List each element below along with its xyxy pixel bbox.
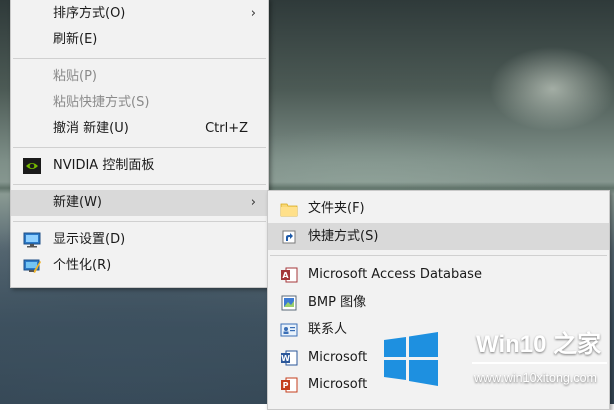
- windows-logo-icon: [384, 332, 438, 386]
- submenu-item-label: BMP 图像: [308, 294, 367, 310]
- desktop-context-menu: 排序方式(O) › 刷新(E) 粘贴(P) 粘贴快捷方式(S) 撤消 新建(U)…: [10, 0, 269, 288]
- submenu-item-shortcut[interactable]: 快捷方式(S): [268, 222, 609, 250]
- menu-item-display-settings[interactable]: 显示设置(D): [11, 227, 268, 253]
- menu-item-label: 个性化(R): [53, 258, 112, 273]
- menu-item-label: 粘贴快捷方式(S): [53, 95, 150, 110]
- menu-separator: [13, 147, 266, 148]
- menu-separator: [13, 184, 266, 185]
- submenu-item-label: 文件夹(F): [308, 201, 365, 216]
- svg-text:P: P: [283, 381, 289, 390]
- watermark-title: Win10 之家: [476, 331, 602, 358]
- access-icon: A: [280, 266, 298, 283]
- watermark-url: www.win10xitong.com: [474, 371, 597, 385]
- menu-item-paste[interactable]: 粘贴(P): [11, 64, 268, 90]
- powerpoint-icon: P: [280, 376, 298, 393]
- svg-text:A: A: [282, 271, 289, 280]
- word-icon: W: [280, 349, 298, 365]
- menu-separator: [13, 221, 266, 222]
- submenu-item-label: 联系人: [308, 322, 348, 337]
- menu-separator: [13, 58, 266, 59]
- menu-item-paste-shortcut[interactable]: 粘贴快捷方式(S): [11, 90, 268, 116]
- submenu-item-label: 快捷方式(S): [308, 228, 379, 244]
- nvidia-icon: [23, 158, 41, 174]
- folder-icon: [280, 200, 298, 217]
- menu-item-label: NVIDIA 控制面板: [53, 158, 155, 173]
- menu-separator: [270, 255, 607, 256]
- watermark: Win10 之家 www.win10xitong.com: [380, 316, 608, 396]
- chevron-right-icon: ›: [250, 6, 256, 21]
- submenu-item-bmp-image[interactable]: BMP 图像: [268, 289, 609, 317]
- submenu-item-label: Microsoft: [308, 377, 368, 392]
- personalize-icon: [23, 258, 41, 274]
- submenu-item-label: Microsoft Access Database: [308, 267, 482, 282]
- menu-item-new[interactable]: 新建(W) ›: [11, 190, 268, 216]
- chevron-right-icon: ›: [250, 195, 256, 210]
- submenu-item-access-database[interactable]: A Microsoft Access Database: [268, 261, 609, 289]
- menu-item-nvidia-control-panel[interactable]: NVIDIA 控制面板: [11, 153, 268, 179]
- menu-item-label: 撤消 新建(U): [53, 121, 129, 136]
- menu-item-label: 新建(W): [53, 195, 102, 210]
- display-settings-icon: [23, 232, 41, 248]
- menu-item-label: 显示设置(D): [53, 232, 126, 247]
- menu-item-label: 粘贴(P): [53, 69, 97, 84]
- menu-item-label: 排序方式(O): [53, 6, 126, 21]
- menu-item-sort-by[interactable]: 排序方式(O) ›: [11, 1, 268, 27]
- contact-icon: [280, 321, 298, 337]
- menu-item-personalize[interactable]: 个性化(R): [11, 253, 268, 279]
- bmp-image-icon: [280, 294, 298, 310]
- shortcut-label: Ctrl+Z: [205, 121, 248, 136]
- submenu-item-folder[interactable]: 文件夹(F): [268, 195, 609, 223]
- menu-item-label: 刷新(E): [53, 32, 98, 47]
- shortcut-icon: [280, 228, 298, 244]
- submenu-item-label: Microsoft: [308, 349, 368, 365]
- svg-text:W: W: [281, 354, 290, 363]
- menu-item-undo-new[interactable]: 撤消 新建(U) Ctrl+Z: [11, 116, 268, 142]
- menu-item-refresh[interactable]: 刷新(E): [11, 27, 268, 53]
- watermark-divider: [472, 362, 607, 364]
